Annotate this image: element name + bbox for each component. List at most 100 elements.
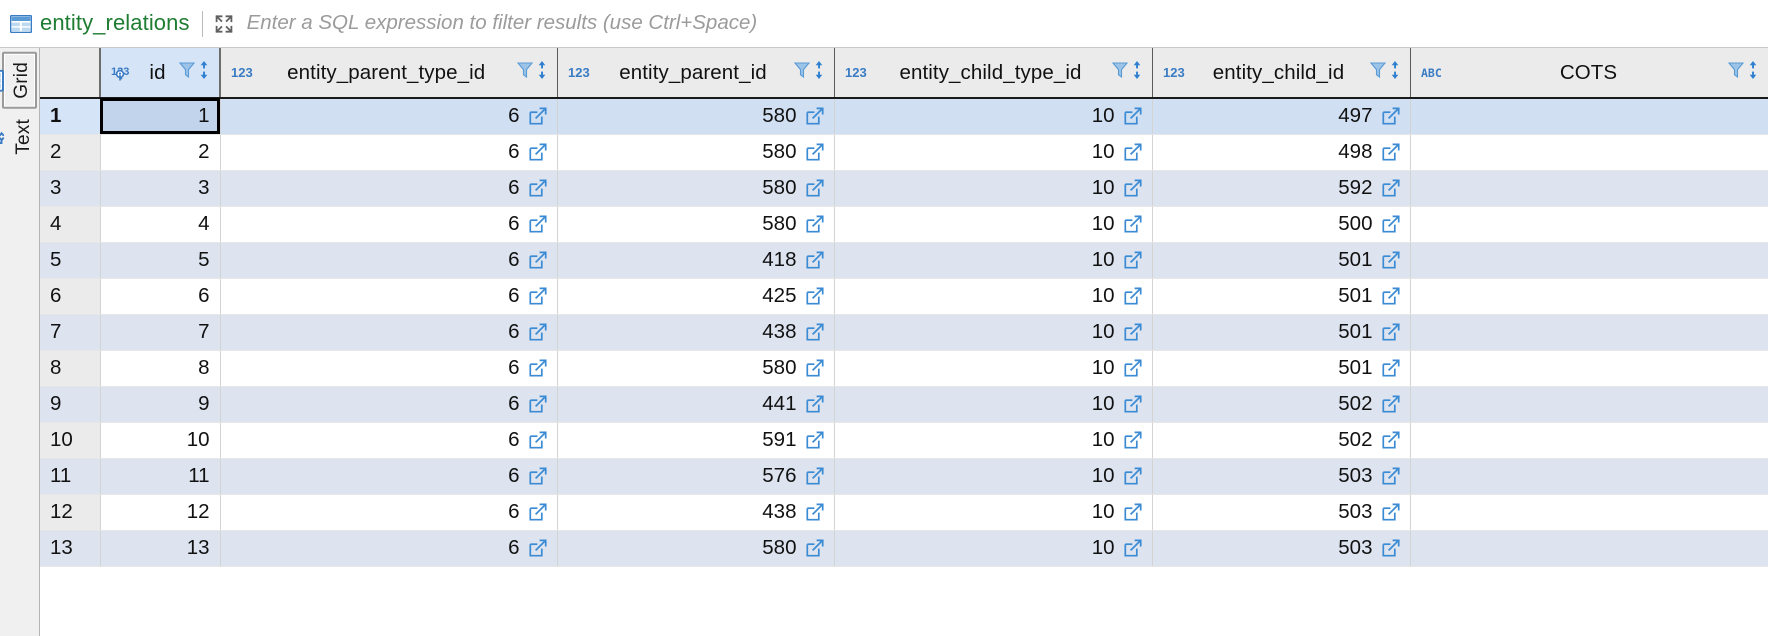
row-number-header[interactable] bbox=[40, 48, 101, 99]
cell-entity-child-id[interactable]: 500 bbox=[1152, 206, 1411, 243]
foreign-key-link-icon[interactable] bbox=[1381, 431, 1400, 449]
foreign-key-link-icon[interactable] bbox=[1123, 359, 1142, 377]
column-header-entity-child-type-id[interactable]: 123 entity_child_type_id bbox=[834, 48, 1153, 99]
cell-entity-parent-id[interactable]: 576 bbox=[557, 458, 835, 495]
foreign-key-link-icon[interactable] bbox=[1123, 107, 1142, 125]
column-header-entity-child-id[interactable]: 123 entity_child_id bbox=[1152, 48, 1411, 99]
cell-entity-child-id[interactable]: 502 bbox=[1152, 422, 1411, 459]
cell-entity-parent-id[interactable]: 425 bbox=[557, 278, 835, 315]
table-name-label[interactable]: entity_relations bbox=[40, 10, 190, 38]
foreign-key-link-icon[interactable] bbox=[1381, 287, 1400, 305]
cell-cots[interactable] bbox=[1410, 494, 1768, 531]
cell-id[interactable]: 10 bbox=[99, 422, 221, 459]
foreign-key-link-icon[interactable] bbox=[1123, 503, 1142, 521]
cell-entity-child-type-id[interactable]: 10 bbox=[834, 386, 1153, 423]
cell-entity-parent-type-id[interactable]: 6 bbox=[220, 170, 558, 207]
cell-entity-child-type-id[interactable]: 10 bbox=[834, 458, 1153, 495]
foreign-key-link-icon[interactable] bbox=[805, 215, 824, 233]
filter-icon[interactable] bbox=[1111, 60, 1129, 86]
cell-entity-child-type-id[interactable]: 10 bbox=[834, 278, 1153, 315]
foreign-key-link-icon[interactable] bbox=[1123, 467, 1142, 485]
cell-id[interactable]: 12 bbox=[99, 494, 221, 531]
row-number-cell[interactable]: 4 bbox=[40, 206, 101, 243]
cell-entity-child-id[interactable]: 592 bbox=[1152, 170, 1411, 207]
row-number-cell[interactable]: 12 bbox=[40, 494, 101, 531]
foreign-key-link-icon[interactable] bbox=[805, 287, 824, 305]
sort-updown-icon[interactable] bbox=[1389, 59, 1401, 87]
expand-maximize-icon[interactable] bbox=[213, 13, 235, 35]
foreign-key-link-icon[interactable] bbox=[1123, 179, 1142, 197]
foreign-key-link-icon[interactable] bbox=[805, 107, 824, 125]
cell-entity-child-type-id[interactable]: 10 bbox=[834, 242, 1153, 279]
foreign-key-link-icon[interactable] bbox=[528, 143, 547, 161]
foreign-key-link-icon[interactable] bbox=[1381, 251, 1400, 269]
cell-cots[interactable] bbox=[1410, 242, 1768, 279]
cell-cots[interactable] bbox=[1410, 350, 1768, 387]
table-row[interactable]: 12 12 6 438 10 503 bbox=[40, 494, 1768, 531]
cell-entity-child-type-id[interactable]: 10 bbox=[834, 530, 1153, 567]
cell-cots[interactable] bbox=[1410, 170, 1768, 207]
cell-id[interactable]: 7 bbox=[99, 314, 221, 351]
foreign-key-link-icon[interactable] bbox=[805, 467, 824, 485]
foreign-key-link-icon[interactable] bbox=[528, 467, 547, 485]
foreign-key-link-icon[interactable] bbox=[1381, 323, 1400, 341]
foreign-key-link-icon[interactable] bbox=[805, 179, 824, 197]
row-number-cell[interactable]: 3 bbox=[40, 170, 101, 207]
column-header-entity-parent-id[interactable]: 123 entity_parent_id bbox=[557, 48, 835, 99]
foreign-key-link-icon[interactable] bbox=[1123, 395, 1142, 413]
row-number-cell[interactable]: 9 bbox=[40, 386, 101, 423]
cell-entity-parent-type-id[interactable]: 6 bbox=[220, 386, 558, 423]
cell-cots[interactable] bbox=[1410, 422, 1768, 459]
cell-entity-child-type-id[interactable]: 10 bbox=[834, 206, 1153, 243]
foreign-key-link-icon[interactable] bbox=[528, 179, 547, 197]
foreign-key-link-icon[interactable] bbox=[1123, 251, 1142, 269]
foreign-key-link-icon[interactable] bbox=[1123, 143, 1142, 161]
foreign-key-link-icon[interactable] bbox=[528, 287, 547, 305]
cell-entity-parent-id[interactable]: 580 bbox=[557, 350, 835, 387]
cell-entity-child-type-id[interactable]: 10 bbox=[834, 170, 1153, 207]
table-row[interactable]: 11 11 6 576 10 503 bbox=[40, 458, 1768, 495]
cell-entity-parent-id[interactable]: 580 bbox=[557, 170, 835, 207]
cell-entity-child-id[interactable]: 501 bbox=[1152, 278, 1411, 315]
foreign-key-link-icon[interactable] bbox=[528, 215, 547, 233]
foreign-key-link-icon[interactable] bbox=[805, 431, 824, 449]
cell-entity-parent-id[interactable]: 418 bbox=[557, 242, 835, 279]
foreign-key-link-icon[interactable] bbox=[1381, 359, 1400, 377]
foreign-key-link-icon[interactable] bbox=[528, 251, 547, 269]
foreign-key-link-icon[interactable] bbox=[528, 107, 547, 125]
table-row[interactable]: 10 10 6 591 10 502 bbox=[40, 422, 1768, 459]
filter-icon[interactable] bbox=[178, 60, 196, 86]
cell-entity-parent-type-id[interactable]: 6 bbox=[220, 350, 558, 387]
row-number-cell[interactable]: 13 bbox=[40, 530, 101, 567]
foreign-key-link-icon[interactable] bbox=[528, 539, 547, 557]
cell-entity-child-type-id[interactable]: 10 bbox=[834, 98, 1153, 135]
column-header-cots[interactable]: ABC COTS bbox=[1410, 48, 1768, 99]
cell-entity-parent-type-id[interactable]: 6 bbox=[220, 242, 558, 279]
foreign-key-link-icon[interactable] bbox=[805, 323, 824, 341]
cell-id[interactable]: 11 bbox=[99, 458, 221, 495]
cell-entity-child-type-id[interactable]: 10 bbox=[834, 314, 1153, 351]
foreign-key-link-icon[interactable] bbox=[1381, 215, 1400, 233]
foreign-key-link-icon[interactable] bbox=[1381, 107, 1400, 125]
cell-entity-child-id[interactable]: 501 bbox=[1152, 350, 1411, 387]
row-number-cell[interactable]: 5 bbox=[40, 242, 101, 279]
cell-entity-child-id[interactable]: 503 bbox=[1152, 494, 1411, 531]
cell-entity-parent-id[interactable]: 580 bbox=[557, 206, 835, 243]
cell-entity-child-id[interactable]: 497 bbox=[1152, 98, 1411, 135]
foreign-key-link-icon[interactable] bbox=[528, 323, 547, 341]
cell-entity-parent-id[interactable]: 438 bbox=[557, 494, 835, 531]
foreign-key-link-icon[interactable] bbox=[805, 359, 824, 377]
row-number-cell[interactable]: 6 bbox=[40, 278, 101, 315]
table-row[interactable]: 3 3 6 580 10 592 bbox=[40, 170, 1768, 207]
cell-cots[interactable] bbox=[1410, 458, 1768, 495]
cell-entity-child-type-id[interactable]: 10 bbox=[834, 350, 1153, 387]
cell-entity-parent-id[interactable]: 580 bbox=[557, 134, 835, 171]
foreign-key-link-icon[interactable] bbox=[1123, 215, 1142, 233]
tab-grid[interactable]: Grid bbox=[0, 52, 37, 109]
cell-id[interactable]: 9 bbox=[99, 386, 221, 423]
foreign-key-link-icon[interactable] bbox=[528, 359, 547, 377]
column-header-id[interactable]: 123 id bbox=[99, 48, 221, 99]
cell-id[interactable]: 3 bbox=[99, 170, 221, 207]
cell-entity-parent-type-id[interactable]: 6 bbox=[220, 422, 558, 459]
row-number-cell[interactable]: 11 bbox=[40, 458, 101, 495]
